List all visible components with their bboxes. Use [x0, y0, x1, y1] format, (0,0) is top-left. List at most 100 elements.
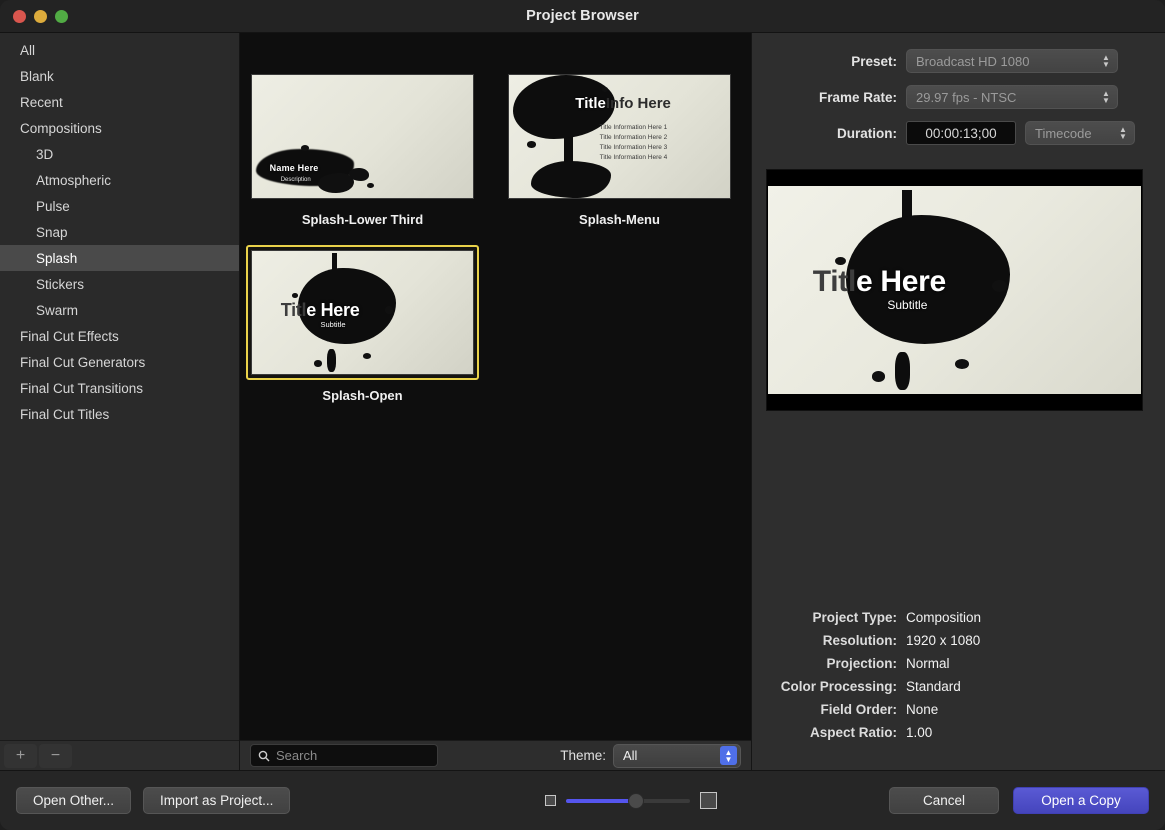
metadata-value: 1920 x 1080 — [906, 633, 980, 648]
title-bar: Project Browser — [0, 0, 1165, 33]
chevron-up-down-icon: ▲▼ — [720, 746, 737, 765]
duration-label: Duration: — [752, 126, 897, 141]
sidebar-item-final-cut-effects[interactable]: Final Cut Effects — [0, 323, 239, 349]
sidebar-item-blank[interactable]: Blank — [0, 63, 239, 89]
dialog-actions: Cancel Open a Copy — [889, 787, 1149, 814]
ink-droplet-icon — [835, 257, 846, 265]
metadata-label: Field Order: — [752, 702, 897, 717]
sidebar-item-final-cut-transitions[interactable]: Final Cut Transitions — [0, 375, 239, 401]
thumbnail-size-slider[interactable] — [566, 794, 690, 808]
ink-droplet-icon — [527, 141, 536, 147]
thumbnail-frame: TitleInfo Here Title Information Here 1 … — [503, 69, 736, 204]
thumb-info-line: Title Information Here 1 — [600, 123, 668, 133]
metadata-row-field-order: Field Order: None — [752, 702, 1143, 717]
sidebar-item-label: Blank — [20, 69, 54, 84]
metadata-value: Normal — [906, 656, 950, 671]
thumb-subtitle: Subtitle — [321, 320, 346, 329]
preset-row: Preset: Broadcast HD 1080 ▲▼ — [752, 49, 1143, 73]
import-as-project-button[interactable]: Import as Project... — [143, 787, 290, 814]
frame-rate-row: Frame Rate: 29.97 fps - NTSC ▲▼ — [752, 85, 1143, 109]
search-input[interactable]: Search — [250, 744, 438, 767]
preset-select[interactable]: Broadcast HD 1080 ▲▼ — [906, 49, 1118, 73]
ink-splatter-icon — [531, 161, 611, 198]
preview-title-part-a: Titl — [813, 265, 856, 298]
metadata-label: Aspect Ratio: — [752, 725, 897, 740]
theme-label: Theme: — [560, 748, 606, 763]
thumb-info-line: Title Information Here 2 — [600, 133, 668, 143]
project-item-label: Splash-Menu — [503, 212, 736, 227]
project-browser-window: Project Browser All Blank Recent Composi… — [0, 0, 1165, 830]
thumbnail-splash-menu: TitleInfo Here Title Information Here 1 … — [508, 74, 731, 199]
add-button[interactable]: + — [4, 744, 37, 768]
sidebar-item-compositions[interactable]: Compositions — [0, 115, 239, 141]
metadata-value: None — [906, 702, 938, 717]
project-item-splash-menu[interactable]: TitleInfo Here Title Information Here 1 … — [503, 69, 736, 227]
preset-label: Preset: — [752, 54, 897, 69]
sidebar-item-swarm[interactable]: Swarm — [0, 297, 239, 323]
remove-button[interactable]: − — [39, 744, 72, 768]
project-item-label: Splash-Open — [246, 388, 479, 403]
duration-input[interactable]: 00:00:13;00 — [906, 121, 1016, 145]
metadata-label: Projection: — [752, 656, 897, 671]
metadata-row-project-type: Project Type: Composition — [752, 610, 1143, 625]
project-grid: Name Here Description Splash-Lower Third — [240, 33, 751, 740]
thumbnail-size-control — [545, 792, 717, 809]
thumb-title: TitleInfo Here — [575, 95, 671, 112]
small-thumbnail-icon[interactable] — [545, 795, 556, 806]
thumb-info-lines: Title Information Here 1 Title Informati… — [600, 123, 668, 163]
duration-unit-select[interactable]: Timecode ▲▼ — [1025, 121, 1135, 145]
thumb-title-part-a: Titl — [281, 300, 306, 320]
project-item-splash-open[interactable]: Title Here Subtitle Splash-Open — [246, 245, 479, 403]
thumbnail-frame-selected: Title Here Subtitle — [246, 245, 479, 380]
ink-splatter-icon — [318, 173, 353, 193]
project-item-splash-lower-third[interactable]: Name Here Description Splash-Lower Third — [246, 69, 479, 227]
chevron-up-down-icon: ▲▼ — [1115, 126, 1131, 140]
slider-knob[interactable] — [628, 793, 644, 809]
large-thumbnail-icon[interactable] — [700, 792, 717, 809]
metadata-label: Resolution: — [752, 633, 897, 648]
sidebar-item-label: Final Cut Generators — [20, 355, 145, 370]
sidebar-item-label: Recent — [20, 95, 63, 110]
sidebar-item-label: Atmospheric — [36, 173, 111, 188]
thumb-title-part-b: Info Here — [606, 95, 671, 112]
sidebar-item-label: Splash — [36, 251, 77, 266]
preview-subtitle: Subtitle — [887, 298, 927, 312]
thumbnail-splash-lower-third: Name Here Description — [251, 74, 474, 199]
open-other-button[interactable]: Open Other... — [16, 787, 131, 814]
ink-droplet-icon — [385, 306, 394, 313]
thumbnail-frame: Name Here Description — [246, 69, 479, 204]
sidebar-item-all[interactable]: All — [0, 37, 239, 63]
duration-unit-value: Timecode — [1035, 126, 1107, 141]
sidebar-item-stickers[interactable]: Stickers — [0, 271, 239, 297]
sidebar-item-label: 3D — [36, 147, 53, 162]
sidebar-item-atmospheric[interactable]: Atmospheric — [0, 167, 239, 193]
sidebar-item-3d[interactable]: 3D — [0, 141, 239, 167]
sidebar-item-snap[interactable]: Snap — [0, 219, 239, 245]
sidebar-item-label: Snap — [36, 225, 68, 240]
ink-splatter-icon — [349, 168, 369, 180]
metadata-value: 1.00 — [906, 725, 932, 740]
thumb-title: Name Here — [270, 163, 319, 173]
preview-player[interactable]: Title Here Subtitle — [766, 169, 1143, 411]
cancel-button[interactable]: Cancel — [889, 787, 999, 814]
metadata-label: Color Processing: — [752, 679, 897, 694]
theme-select[interactable]: All ▲▼ — [613, 744, 741, 768]
metadata-row-projection: Projection: Normal — [752, 656, 1143, 671]
sidebar-list: All Blank Recent Compositions 3D Atmosph… — [0, 33, 239, 740]
ink-drip-icon — [327, 349, 336, 371]
sidebar-item-splash[interactable]: Splash — [0, 245, 239, 271]
ink-droplet-icon — [292, 293, 299, 298]
browser-footer: Search Theme: All ▲▼ — [240, 740, 751, 770]
search-placeholder: Search — [276, 748, 317, 763]
sidebar-item-final-cut-generators[interactable]: Final Cut Generators — [0, 349, 239, 375]
window-body: All Blank Recent Compositions 3D Atmosph… — [0, 33, 1165, 770]
thumb-title: Title Here — [281, 300, 360, 321]
metadata-row-color-processing: Color Processing: Standard — [752, 679, 1143, 694]
sidebar-item-final-cut-titles[interactable]: Final Cut Titles — [0, 401, 239, 427]
metadata-list: Project Type: Composition Resolution: 19… — [752, 610, 1143, 770]
open-a-copy-button[interactable]: Open a Copy — [1013, 787, 1149, 814]
frame-rate-label: Frame Rate: — [752, 90, 897, 105]
sidebar-item-recent[interactable]: Recent — [0, 89, 239, 115]
frame-rate-select[interactable]: 29.97 fps - NTSC ▲▼ — [906, 85, 1118, 109]
sidebar-item-pulse[interactable]: Pulse — [0, 193, 239, 219]
